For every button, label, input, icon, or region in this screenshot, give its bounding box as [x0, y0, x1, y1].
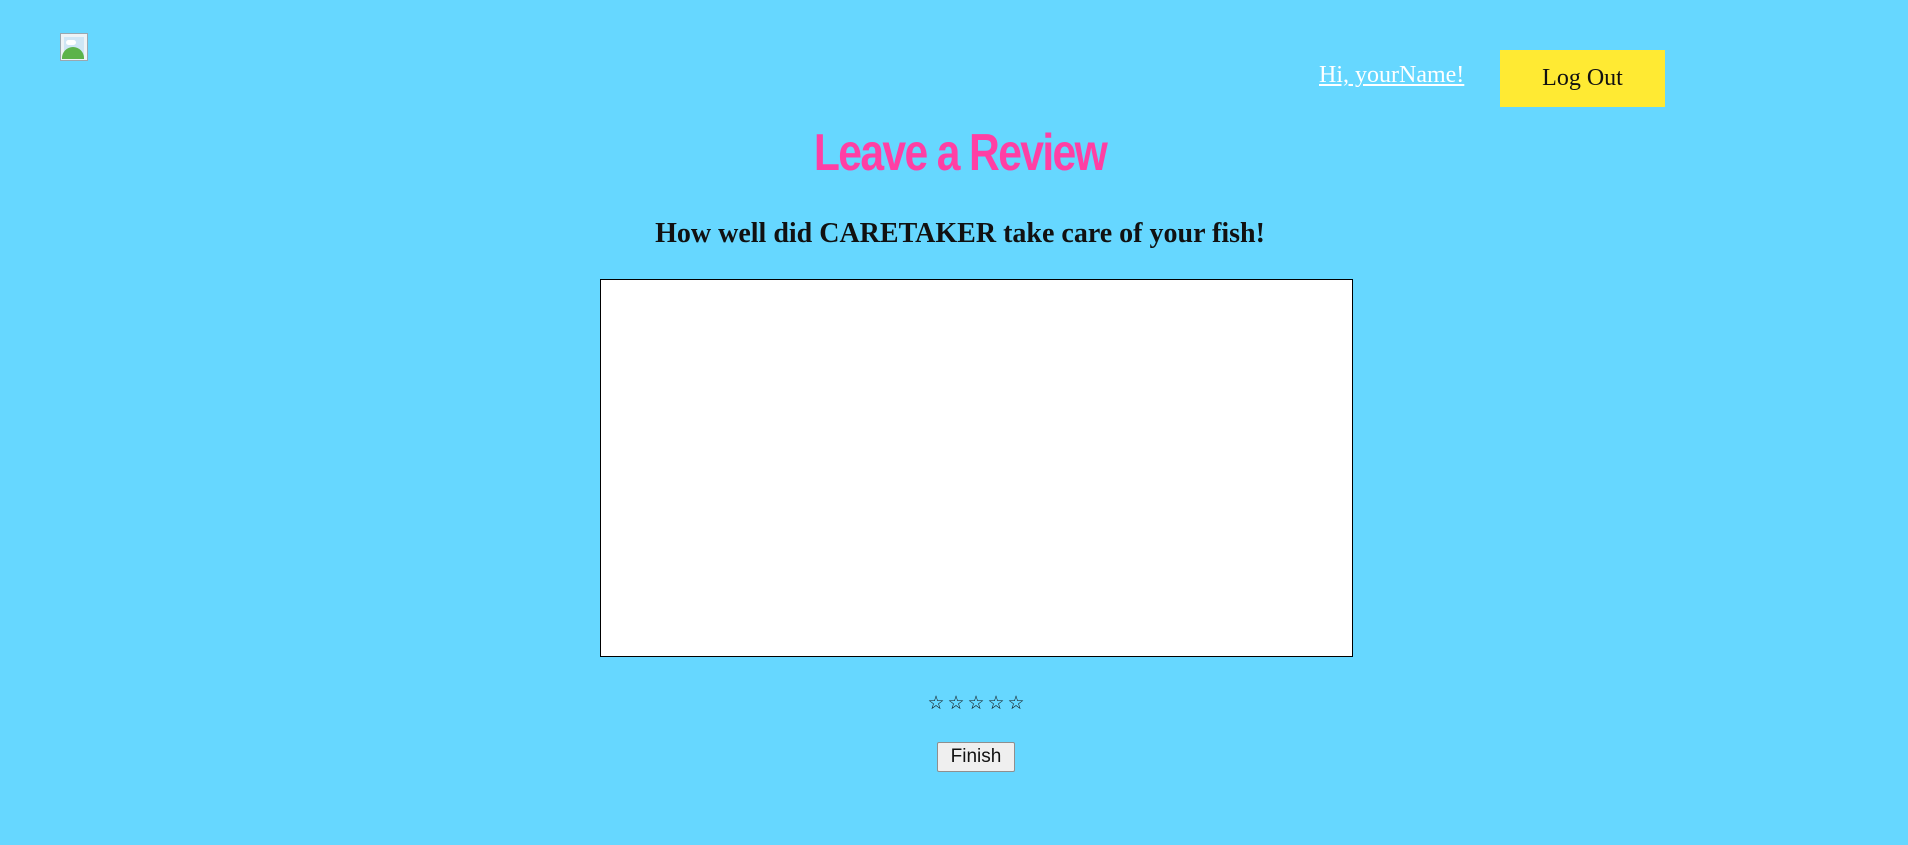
star-2-icon[interactable]: ☆: [946, 690, 966, 716]
star-4-icon[interactable]: ☆: [986, 690, 1006, 716]
logo-cloud: [66, 40, 76, 45]
finish-button[interactable]: Finish: [937, 742, 1015, 772]
user-greeting-link[interactable]: Hi, yourName!: [1319, 62, 1464, 89]
review-question: How well did CARETAKER take care of your…: [655, 218, 1265, 249]
star-5-icon[interactable]: ☆: [1006, 690, 1026, 716]
page-title: Leave a Review: [813, 124, 1108, 182]
star-3-icon[interactable]: ☆: [966, 690, 986, 716]
logout-button[interactable]: Log Out: [1500, 50, 1665, 107]
broken-image-icon: [60, 33, 88, 61]
star-rating: ☆ ☆ ☆ ☆ ☆: [926, 690, 1026, 716]
page: Hi, yourName! Log Out Leave a Review How…: [0, 0, 1908, 845]
review-textarea[interactable]: [600, 279, 1353, 657]
star-1-icon[interactable]: ☆: [926, 690, 946, 716]
